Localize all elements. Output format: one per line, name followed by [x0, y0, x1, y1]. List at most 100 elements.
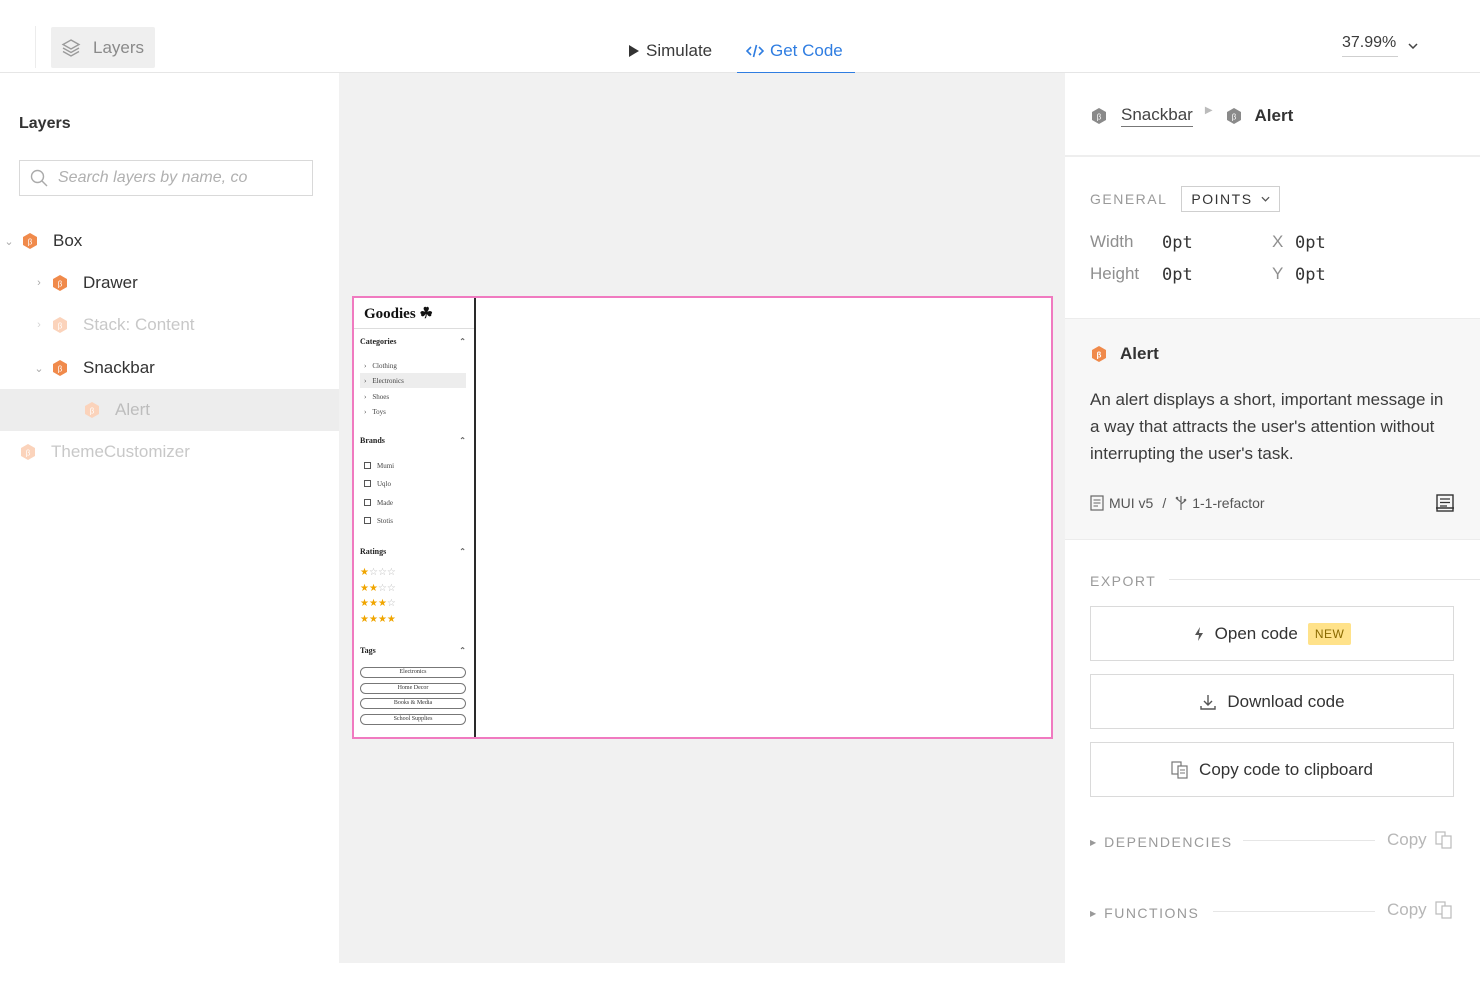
tree-item-drawer[interactable]: › β Drawer [0, 262, 339, 304]
x-label: X [1272, 232, 1284, 251]
tree-item-box[interactable]: ⌄ β Box [0, 220, 339, 262]
preview-tag: Electronics [360, 667, 466, 678]
layer-search [19, 160, 313, 196]
zoom-select[interactable]: 37.99% [1342, 34, 1418, 57]
tree-item-label: Box [53, 231, 83, 250]
svg-text:β: β [1231, 113, 1236, 122]
tree-item-label: Alert [115, 400, 150, 419]
copy-functions-button[interactable]: Copy [1387, 900, 1453, 920]
tree-item-label: Snackbar [83, 358, 155, 377]
topbar-divider [35, 26, 36, 68]
preview-section-tags: Tags ⌃ [360, 646, 466, 655]
copy-dependencies-button[interactable]: Copy [1387, 830, 1453, 850]
svg-text:β: β [26, 449, 31, 458]
tree-item-snackbar[interactable]: ⌄ β Snackbar [0, 347, 339, 389]
svg-text:β: β [58, 322, 63, 331]
width-value[interactable]: 0pt [1162, 233, 1193, 253]
bolt-icon [1194, 626, 1203, 641]
search-icon [30, 169, 48, 187]
copy-icon [1171, 760, 1188, 779]
chevron-right-icon: › [364, 392, 367, 401]
general-label: GENERAL [1090, 191, 1168, 207]
star-filled-icon: ★ [360, 613, 369, 625]
x-value[interactable]: 0pt [1295, 233, 1326, 253]
height-value[interactable]: 0pt [1162, 265, 1193, 285]
layers-toggle-label: Layers [93, 37, 145, 57]
copy-icon [1435, 901, 1452, 919]
rabbit-icon: ☘ [419, 306, 433, 322]
download-code-button[interactable]: Download code [1090, 674, 1454, 729]
component-source: MUI v5 / 1-1-refactor [1090, 495, 1265, 511]
dependencies-toggle[interactable]: ▶ DEPENDENCIES [1090, 834, 1233, 850]
units-value: POINTS [1191, 191, 1253, 207]
preview-category-item: › Toys [364, 407, 386, 416]
chevron-down-icon[interactable]: ⌄ [3, 235, 15, 248]
star-empty-icon: ☆ [386, 567, 396, 578]
checkbox-icon [364, 462, 371, 469]
component-icon: β [53, 360, 67, 376]
breadcrumb-parent-link[interactable]: Snackbar [1121, 105, 1193, 127]
copy-code-button[interactable]: Copy code to clipboard [1090, 742, 1454, 797]
layers-panel-title: Layers [19, 115, 71, 132]
functions-toggle[interactable]: ▶ FUNCTIONS [1090, 905, 1199, 921]
preview-tag: School Supplies [360, 714, 466, 725]
breadcrumb-separator-icon: ▶ [1204, 104, 1213, 116]
divider [1243, 840, 1375, 841]
svg-text:β: β [58, 280, 63, 289]
download-code-label: Download code [1227, 691, 1345, 711]
width-label: Width [1090, 232, 1134, 251]
component-info-title: β Alert [1090, 344, 1159, 364]
preview-drawer: Goodies ☘ Categories ⌃ › Clothing › Electro… [354, 298, 476, 737]
star-filled-icon: ★ [377, 613, 387, 625]
breadcrumb: β Snackbar ▶ β Alert [1090, 105, 1293, 127]
tree-item-label: Stack: Content [83, 315, 195, 334]
star-empty-icon: ☆ [377, 567, 387, 578]
open-code-button[interactable]: Open code NEW [1090, 606, 1454, 661]
source-separator: / [1162, 495, 1167, 511]
chevron-down-icon [1261, 196, 1270, 202]
layer-search-input[interactable] [58, 169, 298, 187]
selected-frame[interactable]: Goodies ☘ Categories ⌃ › Clothing › Electro… [352, 296, 1053, 739]
tab-get-code[interactable]: Get Code [737, 28, 855, 74]
chevron-down-icon[interactable]: ⌄ [33, 362, 45, 375]
chevron-up-icon: ⌃ [459, 646, 466, 655]
preview-brand-item: Made [360, 495, 466, 510]
divider [1169, 579, 1480, 580]
star-filled-icon: ★ [386, 613, 396, 625]
tab-simulate[interactable]: Simulate [620, 28, 737, 73]
branch-icon [1175, 496, 1187, 510]
tree-item-label: Drawer [83, 273, 138, 292]
design-canvas[interactable]: Goodies ☘ Categories ⌃ › Clothing › Electro… [339, 73, 1065, 963]
branch-name[interactable]: 1-1-refactor [1192, 495, 1264, 511]
checkbox-icon [364, 499, 371, 506]
y-value[interactable]: 0pt [1295, 265, 1326, 285]
caret-right-icon: ▶ [1090, 837, 1097, 847]
chevron-right-icon[interactable]: › [33, 319, 45, 331]
properties-panel: β Snackbar ▶ β Alert GENERAL POINTS Widt… [1065, 73, 1480, 963]
preview-tag: Home Decor [360, 683, 466, 694]
chevron-up-icon: ⌃ [459, 547, 466, 556]
documentation-icon[interactable] [1435, 494, 1455, 512]
checkbox-icon [364, 480, 371, 487]
y-label: Y [1272, 264, 1284, 283]
tree-item-theme-customizer[interactable]: β ThemeCustomizer [0, 431, 339, 473]
tree-item-alert[interactable]: β Alert [0, 389, 339, 431]
tree-item-stack-content[interactable]: › β Stack: Content [0, 304, 339, 346]
chevron-right-icon[interactable]: › [33, 277, 45, 289]
preview-divider [354, 328, 474, 329]
units-select[interactable]: POINTS [1181, 186, 1280, 212]
star-filled-icon: ★ [368, 582, 378, 594]
component-icon: β [23, 233, 37, 249]
layers-toggle-button[interactable]: Layers [51, 27, 155, 68]
preview-category-item: › Shoes [364, 392, 390, 401]
preview-section-ratings: Ratings ⌃ [360, 547, 466, 556]
library-name[interactable]: MUI v5 [1109, 495, 1153, 511]
zoom-value: 37.99% [1342, 34, 1398, 57]
new-badge: NEW [1307, 622, 1352, 645]
library-icon [1090, 495, 1104, 511]
download-icon [1200, 694, 1217, 710]
preview-category-item: › Electronics [360, 373, 466, 388]
caret-right-icon: ▶ [1090, 908, 1097, 918]
star-empty-icon: ☆ [368, 567, 378, 578]
chevron-up-icon: ⌃ [459, 436, 466, 445]
